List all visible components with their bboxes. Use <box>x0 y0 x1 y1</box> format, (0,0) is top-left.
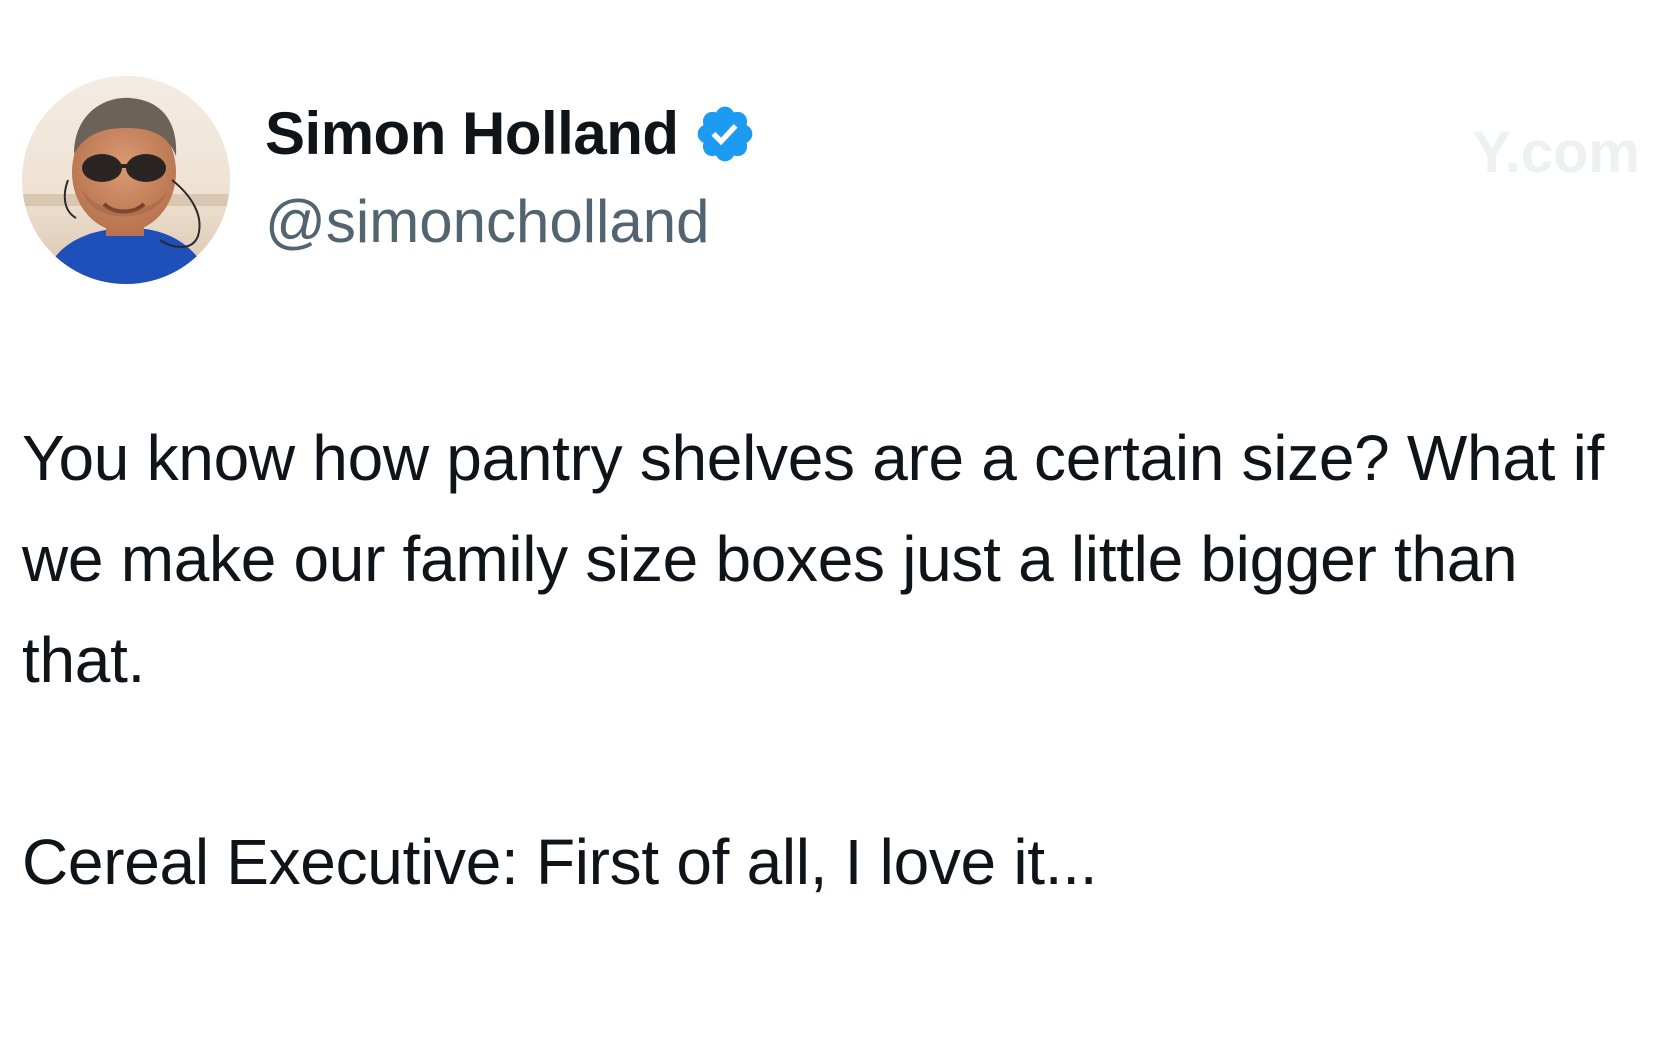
profile-photo-icon <box>22 76 230 284</box>
tweet-card: Simon Holland @simoncholland Y.com You k… <box>0 0 1658 1049</box>
verified-badge-icon <box>697 106 752 162</box>
watermark: Y.com <box>1472 120 1640 185</box>
author-display-name[interactable]: Simon Holland <box>265 96 679 172</box>
tweet-paragraph: Cereal Executive: First of all, I love i… <box>22 826 1098 898</box>
tweet-text: You know how pantry shelves are a certai… <box>22 408 1642 913</box>
author-name-row: Simon Holland <box>265 96 757 172</box>
author-handle[interactable]: @simoncholland <box>265 184 709 260</box>
avatar[interactable] <box>22 76 230 284</box>
tweet-paragraph: You know how pantry shelves are a certai… <box>22 422 1604 696</box>
